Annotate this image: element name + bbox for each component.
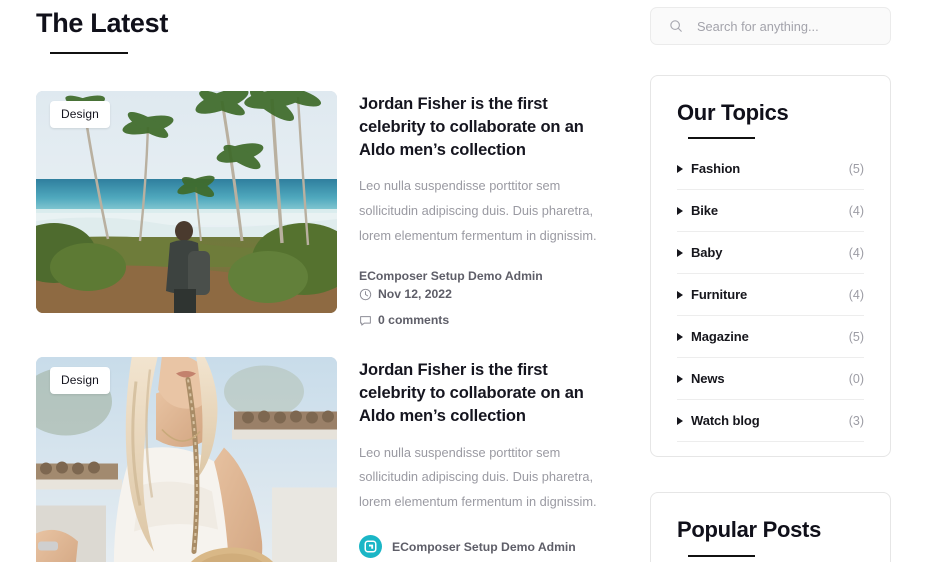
main-content-column: The Latest Design Jordan Fisher is the f… xyxy=(36,0,618,562)
post-date: Nov 12, 2022 xyxy=(378,287,452,302)
topic-count: (3) xyxy=(848,413,864,428)
topics-list: Fashion (5) Bike (4) Baby (4) Furniture … xyxy=(677,161,864,443)
topic-label: Magazine xyxy=(691,329,749,345)
caret-right-icon xyxy=(677,416,683,425)
topic-left: Furniture xyxy=(677,287,747,302)
search-input[interactable] xyxy=(697,18,872,34)
popular-posts-title: Popular Posts xyxy=(677,517,822,543)
caret-right-icon xyxy=(677,206,683,215)
category-badge[interactable]: Design xyxy=(50,101,110,129)
topic-item-furniture[interactable]: Furniture (4) xyxy=(677,287,864,317)
post-author: EComposer Setup Demo Admin xyxy=(359,269,543,284)
topics-card: Our Topics Fashion (5) Bike (4) Baby (4)… xyxy=(650,75,891,458)
clock-icon xyxy=(359,288,372,301)
post-excerpt: Leo nulla suspendisse porttitor sem soll… xyxy=(359,444,597,510)
post-thumbnail[interactable]: Design xyxy=(36,91,337,314)
avatar xyxy=(359,535,382,559)
meta-row-primary: EComposer Setup Demo Admin Nov 12, 2022 xyxy=(359,269,618,301)
topic-item-baby[interactable]: Baby (4) xyxy=(677,245,864,275)
blog-listing-page: The Latest Design Jordan Fisher is the f… xyxy=(0,0,925,562)
post-comments-item[interactable]: 0 comments xyxy=(359,313,449,327)
post-card[interactable]: Design Jordan Fisher is the first celebr… xyxy=(36,357,618,562)
caret-right-icon xyxy=(677,374,683,383)
sidebar: Our Topics Fashion (5) Bike (4) xyxy=(650,0,891,562)
search-icon xyxy=(669,19,683,33)
caret-right-icon xyxy=(677,164,683,173)
post-meta: EComposer Setup Demo Admin Nov 12, 2022 xyxy=(359,269,618,327)
topic-count: (5) xyxy=(848,161,864,176)
topic-count: (5) xyxy=(848,329,864,344)
meta-row-author: EComposer Setup Demo Admin xyxy=(359,535,618,559)
topic-item-magazine[interactable]: Magazine (5) xyxy=(677,329,864,359)
caret-right-icon xyxy=(677,332,683,341)
post-list: Design Jordan Fisher is the first celebr… xyxy=(36,91,618,562)
post-comment-count: 0 comments xyxy=(378,313,450,328)
post-title[interactable]: Jordan Fisher is the first celebrity to … xyxy=(359,359,618,427)
topic-label: News xyxy=(691,371,725,387)
post-card[interactable]: Design Jordan Fisher is the first celebr… xyxy=(36,91,618,327)
topic-count: (0) xyxy=(848,371,864,386)
post-author: EComposer Setup Demo Admin xyxy=(392,539,576,554)
topic-count: (4) xyxy=(848,287,864,302)
topic-label: Watch blog xyxy=(691,413,760,429)
topic-item-fashion[interactable]: Fashion (5) xyxy=(677,161,864,191)
post-body: Jordan Fisher is the first celebrity to … xyxy=(359,91,618,327)
title-underline-rule xyxy=(50,52,128,55)
comment-icon xyxy=(359,314,372,327)
topic-label: Bike xyxy=(691,203,719,219)
topic-count: (4) xyxy=(848,245,864,260)
topic-left: Fashion xyxy=(677,161,740,176)
topic-count: (4) xyxy=(848,203,864,218)
popular-underline-rule xyxy=(688,554,755,557)
topics-underline-rule xyxy=(688,137,755,140)
page-title: The Latest xyxy=(36,8,169,38)
topic-label: Fashion xyxy=(691,161,741,177)
post-meta: EComposer Setup Demo Admin Oct 30, 2022 xyxy=(359,535,618,562)
topic-left: News xyxy=(677,371,725,386)
post-body: Jordan Fisher is the first celebrity to … xyxy=(359,357,618,562)
topic-left: Watch blog xyxy=(677,413,760,428)
section-heading: The Latest xyxy=(36,0,618,55)
popular-posts-card: Popular Posts xyxy=(650,492,891,562)
topic-left: Baby xyxy=(677,245,722,260)
topic-left: Bike xyxy=(677,203,718,218)
topic-left: Magazine xyxy=(677,329,749,344)
topic-label: Baby xyxy=(691,245,723,261)
topic-item-news[interactable]: News (0) xyxy=(677,371,864,401)
post-date-item: Nov 12, 2022 xyxy=(359,287,452,301)
post-title[interactable]: Jordan Fisher is the first celebrity to … xyxy=(359,93,618,161)
category-badge[interactable]: Design xyxy=(50,367,110,395)
caret-right-icon xyxy=(677,290,683,299)
topic-item-bike[interactable]: Bike (4) xyxy=(677,203,864,233)
post-excerpt: Leo nulla suspendisse porttitor sem soll… xyxy=(359,178,597,244)
topics-title: Our Topics xyxy=(677,100,789,125)
caret-right-icon xyxy=(677,248,683,257)
topic-label: Furniture xyxy=(691,287,748,303)
meta-row-secondary: 0 comments xyxy=(359,313,618,327)
ecomposer-logo-icon xyxy=(364,540,377,553)
post-thumbnail[interactable]: Design xyxy=(36,357,337,562)
search-box[interactable] xyxy=(650,7,891,45)
topic-item-watch-blog[interactable]: Watch blog (3) xyxy=(677,413,864,443)
